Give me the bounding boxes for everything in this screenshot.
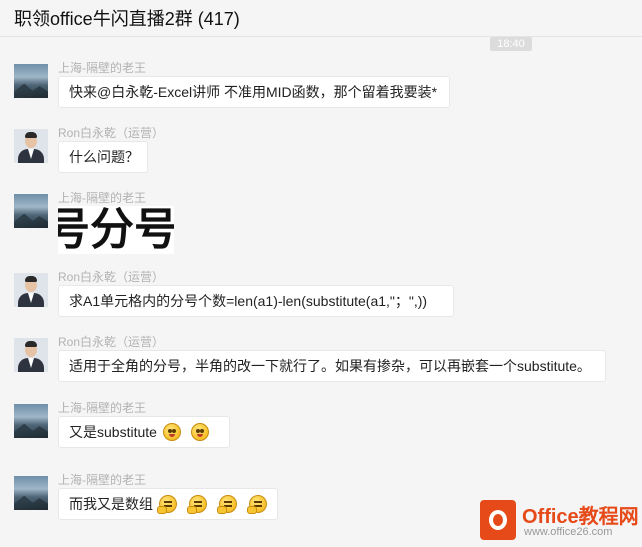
flushed-face-icon — [162, 423, 181, 441]
avatar[interactable] — [14, 194, 48, 228]
message-text: 又是substitute — [69, 424, 157, 440]
avatar[interactable] — [14, 64, 48, 98]
watermark-logo: Office教程网 www.office26.com — [478, 496, 642, 547]
sender-name: 上海-隔壁的老王 — [58, 473, 146, 487]
message-bubble[interactable]: 而我又是数组 — [58, 488, 278, 520]
office-logo-icon — [480, 500, 516, 540]
watermark-url: www.office26.com — [524, 526, 613, 538]
avatar[interactable] — [14, 404, 48, 438]
message-bubble[interactable]: 快来@白永乾-Excel讲师 不准用MID函数，那个留着我要装* — [58, 76, 450, 108]
message-text: 什么问题？ — [69, 149, 139, 165]
message-bubble[interactable]: 求A1单元格内的分号个数=len(a1)-len(substitute(a1,"… — [58, 285, 454, 317]
sender-name: Ron白永乾（运营） — [58, 335, 165, 349]
chat-header: 职领office牛闪直播2群 (417) — [0, 0, 642, 37]
image-content: 号分号 — [58, 206, 174, 254]
message-bubble[interactable]: 适用于全角的分号，半角的改一下就行了。如果有掺杂，可以再嵌套一个substitu… — [58, 350, 606, 382]
message-timestamp: 18:40 — [490, 37, 532, 51]
sender-name: Ron白永乾（运营） — [58, 270, 165, 284]
message-text: 而我又是数组 — [69, 496, 153, 512]
message-bubble[interactable]: 什么问题？ — [58, 141, 148, 173]
thinking-face-icon — [217, 495, 237, 514]
sender-name: 上海-隔壁的老王 — [58, 61, 146, 75]
message-text: 求A1单元格内的分号个数=len(a1)-len(substitute(a1,"… — [69, 293, 428, 309]
image-message[interactable]: 号分号 — [58, 206, 174, 254]
message-text: 快来@白永乾-Excel讲师 不准用MID函数，那个留着我要装* — [69, 84, 438, 100]
sender-name: 上海-隔壁的老王 — [58, 401, 146, 415]
thinking-face-icon — [157, 495, 177, 514]
thinking-face-icon — [247, 495, 267, 514]
sender-name: 上海-隔壁的老王 — [58, 191, 146, 205]
avatar[interactable] — [14, 476, 48, 510]
avatar[interactable] — [14, 338, 48, 372]
chat-title[interactable]: 职领office牛闪直播2群 (417) — [14, 5, 240, 31]
flushed-face-icon — [190, 423, 209, 441]
thinking-face-icon — [187, 495, 207, 514]
sender-name: Ron白永乾（运营） — [58, 126, 165, 140]
message-text: 适用于全角的分号，半角的改一下就行了。如果有掺杂，可以再嵌套一个substitu… — [69, 358, 591, 374]
watermark-brand: Office教程网 — [522, 506, 639, 528]
message-bubble[interactable]: 又是substitute — [58, 416, 230, 448]
avatar[interactable] — [14, 273, 48, 307]
avatar[interactable] — [14, 129, 48, 163]
